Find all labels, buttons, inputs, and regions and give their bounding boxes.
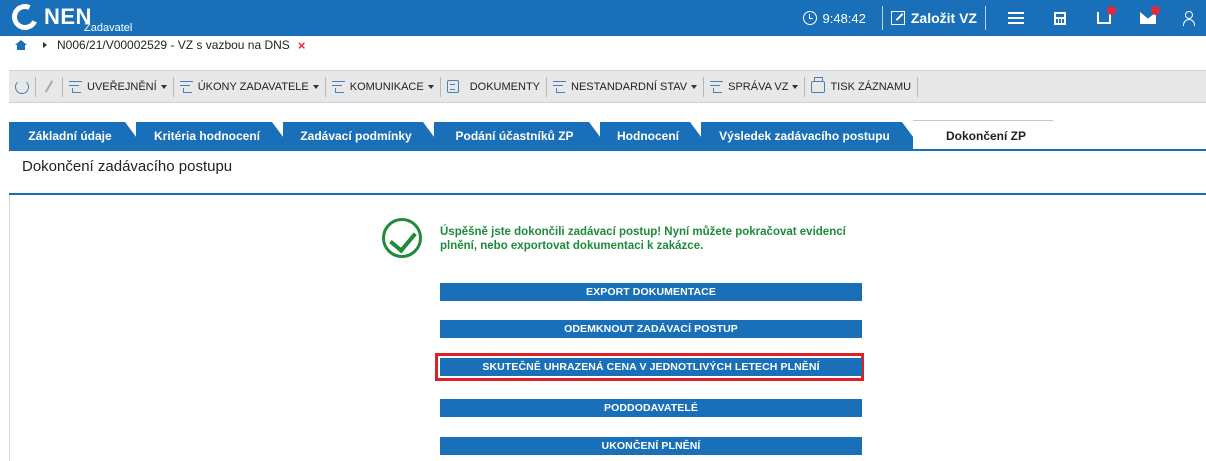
inbox-notification-dot	[1107, 6, 1116, 15]
refresh-button[interactable]	[9, 70, 35, 103]
print-icon	[811, 76, 826, 93]
toolbar-divider	[917, 76, 919, 97]
tab-dokonceni-zp[interactable]: Dokončení ZP	[913, 120, 1073, 150]
caret-down-icon	[427, 84, 434, 89]
home-icon[interactable]	[15, 40, 27, 50]
clock-icon	[802, 11, 817, 25]
menu-ukony-zadavatele[interactable]: ÚKONY ZADAVATELE	[174, 70, 325, 103]
export-documentation-button[interactable]: EXPORT DOKUMENTACE	[440, 283, 862, 301]
content-left-border	[9, 195, 10, 461]
caret-down-icon	[792, 84, 799, 89]
menu-uverejneni[interactable]: UVEŘEJNĚNÍ	[63, 70, 173, 103]
menu-tisk-zaznamu[interactable]: TISK ZÁZNAMU	[805, 70, 917, 103]
tab-hodnoceni[interactable]: Hodnocení	[600, 122, 710, 149]
app-header: NEN Zadavatel 9:48:42 Založit VZ	[0, 0, 1206, 36]
header-actions: 9:48:42 Založit VZ	[802, 0, 1206, 36]
success-check-icon	[382, 218, 422, 258]
menu-sprava-label: SPRÁVA VZ	[728, 80, 789, 93]
inbox-button[interactable]	[1082, 0, 1126, 36]
menu-icon	[1008, 12, 1024, 24]
tab-underline	[9, 149, 1206, 151]
header-divider	[985, 6, 986, 30]
caret-down-icon	[312, 84, 319, 89]
list-icon	[69, 80, 82, 93]
tab-podani-ucastniku[interactable]: Podání účastníků ZP	[434, 122, 609, 149]
tab-label: Hodnocení	[617, 128, 679, 143]
menu-dokumenty[interactable]: DOKUMENTY	[441, 70, 546, 103]
menu-dokumenty-label: DOKUMENTY	[469, 80, 540, 93]
tab-label: Dokončení ZP	[945, 128, 1026, 143]
section-divider	[9, 193, 1206, 195]
refresh-icon	[15, 79, 29, 94]
toolbar: UVEŘEJNĚNÍ ÚKONY ZADAVATELE KOMUNIKACE D…	[9, 70, 1206, 103]
subcontractors-button[interactable]: PODDODAVATELÉ	[440, 399, 862, 417]
caret-down-icon	[160, 84, 167, 89]
pencil-icon	[44, 80, 54, 93]
menu-nestandardni-label: NESTANDARDNÍ STAV	[571, 80, 688, 93]
tab-label: Výsledek zadávacího postupu	[719, 128, 890, 143]
chevron-right-icon	[43, 42, 47, 48]
edit-icon	[890, 11, 905, 25]
menu-tisk-label: TISK ZÁZNAMU	[830, 80, 912, 93]
unlock-procedure-button[interactable]: ODEMKNOUT ZADÁVACÍ POSTUP	[440, 320, 862, 338]
caret-down-icon	[691, 84, 698, 89]
success-message: Úspěšně jste dokončili zadávací postup! …	[440, 226, 846, 252]
calculator-button[interactable]	[1038, 0, 1082, 36]
logo-ring-icon	[8, 0, 42, 34]
tab-label: Základní údaje	[28, 128, 112, 143]
end-fulfillment-button[interactable]: UKONČENÍ PLNĚNÍ	[440, 437, 862, 455]
breadcrumb: N006/21/V00002529 - VZ s vazbou na DNS ×	[0, 36, 1206, 54]
calculator-icon	[1054, 11, 1066, 25]
list-icon	[553, 80, 566, 93]
list-icon	[179, 80, 193, 93]
mail-notification-dot	[1151, 6, 1160, 15]
list-icon	[331, 80, 345, 93]
document-icon	[446, 80, 459, 93]
user-button[interactable]	[1170, 0, 1206, 36]
tab-label: Zadávací podmínky	[300, 128, 412, 143]
session-clock: 9:48:42	[802, 10, 866, 26]
page-title: Dokončení zadávacího postupu	[22, 158, 233, 175]
tab-zadavaci-podminky[interactable]: Zadávací podmínky	[283, 122, 443, 149]
tab-label: Kritéria hodnocení	[153, 128, 260, 143]
menu-komunikace[interactable]: KOMUNIKACE	[326, 70, 440, 103]
edit-button[interactable]	[36, 70, 62, 103]
tab-zakladni-udaje[interactable]: Základní údaje	[9, 122, 145, 149]
menu-nestandardni-stav[interactable]: NESTANDARDNÍ STAV	[547, 70, 703, 103]
tab-kriteria-hodnoceni[interactable]: Kritéria hodnocení	[136, 122, 292, 149]
menu-ukony-label: ÚKONY ZADAVATELE	[197, 80, 309, 93]
create-vz-button[interactable]: Založit VZ	[890, 10, 977, 26]
tab-label: Podání účastníků ZP	[455, 128, 574, 143]
nen-logo[interactable]: NEN Zadavatel	[8, 0, 132, 34]
actual-price-button[interactable]: SKUTEČNĚ UHRAZENÁ CENA V JEDNOTLIVÝCH LE…	[440, 358, 862, 376]
menu-sprava-vz[interactable]: SPRÁVA VZ	[704, 70, 804, 103]
list-icon	[710, 80, 724, 93]
mail-button[interactable]	[1126, 0, 1170, 36]
menu-komunikace-label: KOMUNIKACE	[349, 80, 424, 93]
create-vz-label: Založit VZ	[910, 10, 977, 26]
logo-subtitle: Zadavatel	[84, 22, 133, 34]
menu-uverejneni-label: UVEŘEJNĚNÍ	[87, 80, 157, 93]
close-icon[interactable]: ×	[298, 38, 306, 53]
breadcrumb-path[interactable]: N006/21/V00002529 - VZ s vazbou na DNS	[57, 38, 290, 52]
header-divider	[881, 6, 883, 30]
tab-bar: Základní údaje Kritéria hodnocení Zadáva…	[9, 120, 1206, 150]
menu-button[interactable]	[994, 0, 1038, 36]
tab-vysledek[interactable]: Výsledek zadávacího postupu	[701, 122, 922, 149]
clock-time: 9:48:42	[822, 10, 866, 26]
user-icon	[1183, 11, 1195, 26]
